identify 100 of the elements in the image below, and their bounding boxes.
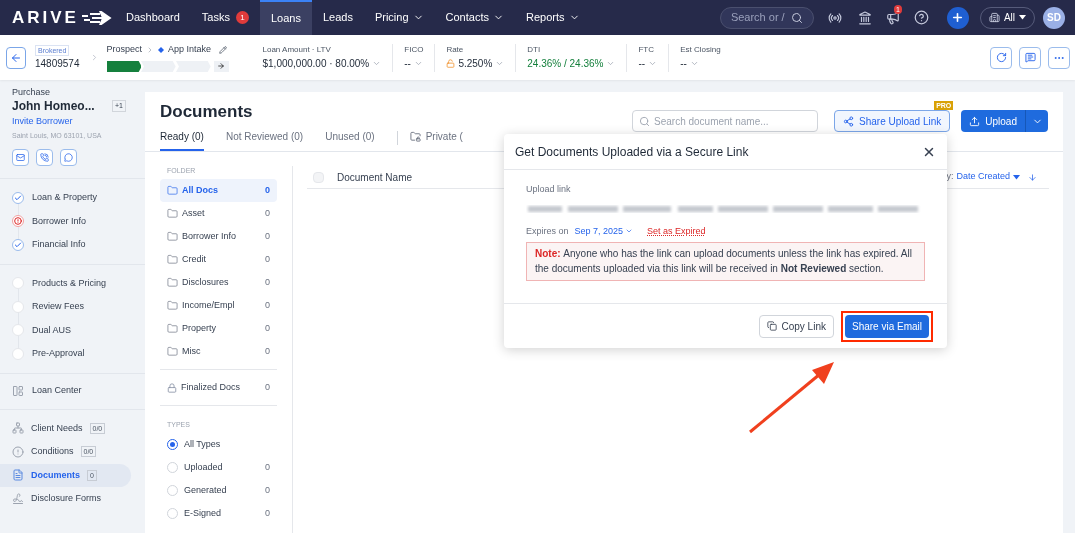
share-upload-link-button[interactable]: Share Upload Link [834,110,951,132]
field-value-dropdown[interactable]: -- [404,55,424,72]
arrow-left-icon [10,51,22,64]
field-value-dropdown[interactable]: 5.250% [446,55,505,72]
field-value-dropdown[interactable]: -- [638,55,658,72]
document-tab[interactable]: Not Reviewed (0) [225,129,304,151]
bank-icon[interactable] [857,10,872,25]
add-button[interactable] [946,6,969,29]
select-all-checkbox[interactable] [313,171,324,183]
diamond-icon [158,47,165,53]
field-label: Upload link [526,183,572,196]
search-icon [790,11,803,24]
step-label[interactable]: Review Fees [32,300,85,314]
folder-item[interactable]: Asset 0 [160,202,277,225]
private-tab[interactable]: Private ( [409,129,463,151]
edit-icon[interactable] [219,46,228,54]
next-stage-button[interactable] [213,60,229,72]
type-label[interactable]: Generated [184,483,259,498]
nav-tab[interactable]: Dashboard [115,0,191,35]
type-label[interactable]: All Types [184,437,270,452]
email-button[interactable] [12,149,29,166]
folder-lock-icon [409,131,421,142]
step-label[interactable]: Products & Pricing [32,276,107,290]
expiry-date-dropdown[interactable]: Sep 7, 2025 [574,224,634,238]
chevron-down-icon [606,59,616,68]
field-label: Rate [446,43,465,56]
mail-icon [16,153,25,162]
folder-icon [167,346,178,357]
stage-label: Prospect [106,43,143,57]
layout-icon [12,385,24,397]
refresh-icon [995,52,1007,63]
signature-icon [12,492,24,505]
step-label[interactable]: Financial Info [32,238,86,252]
back-button[interactable] [6,46,26,69]
search-icon [639,115,650,127]
field-value-dropdown[interactable]: 24.36% / 24.36% [527,55,616,72]
arrow-right-icon [217,62,225,71]
type-count: 0 [265,460,270,474]
field-value-dropdown[interactable]: -- [680,55,721,72]
field-label: Loan Amount · LTV [262,43,332,56]
refresh-button[interactable] [990,46,1012,69]
chat-button[interactable] [60,149,77,166]
folder-icon [167,323,178,334]
folder-item[interactable]: Misc 0 [160,340,277,363]
nav-tab[interactable]: Pricing [363,0,435,35]
folder-icon [167,300,178,311]
message-icon [1024,52,1036,63]
comment-button[interactable] [1019,46,1041,69]
type-label[interactable]: Uploaded [184,460,259,475]
sort-direction-icon[interactable] [1028,172,1037,182]
type-count: 0 [265,506,270,520]
nav-tab[interactable]: Loans [259,0,312,35]
step-label[interactable]: Loan & Property [32,191,98,205]
type-count: 0 [265,483,270,497]
nav-tab[interactable]: Reports [514,0,591,35]
sort-dropdown[interactable]: Date Created [956,170,1020,184]
chevron-down-icon [689,59,699,68]
copy-link-button[interactable]: Copy Link [758,314,834,338]
chevron-down-icon [495,59,505,68]
type-label[interactable]: E-Signed [184,506,259,521]
borrower-name: John Homeo... [12,98,95,114]
chevron-down-icon [372,59,382,68]
nav-tab[interactable]: Leads [311,0,364,35]
folder-item[interactable]: Income/Empl 0 [160,294,277,317]
loan-number: 14809574 [35,56,80,71]
nav-tab[interactable]: Contacts [434,0,515,35]
folder-item[interactable]: Property 0 [160,317,277,340]
document-tab[interactable]: Unused (0) [325,129,375,151]
step-label[interactable]: Borrower Info [32,214,87,228]
nav-tab[interactable]: Tasks 1 [190,0,260,35]
folder-item[interactable]: Credit 0 [160,248,277,271]
unlocked-icon [446,59,456,68]
set-as-expired-link[interactable]: Set as Expired [647,224,706,238]
more-button[interactable] [1048,46,1070,69]
copy-icon [766,321,777,331]
broadcast-icon[interactable] [827,10,842,25]
loan-center-item[interactable]: Loan Center [12,379,133,403]
folder-item[interactable]: All Docs 0 [160,179,277,202]
lock-icon [167,382,177,393]
folder-icon [167,231,178,242]
folder-item[interactable]: Finalized Docs 0 [160,376,277,399]
chevron-down-icon [413,59,423,68]
share-icon [843,115,854,127]
folder-icon [167,208,178,219]
call-button[interactable] [36,149,53,166]
sub-stage-label: App Intake [168,43,212,57]
step-label[interactable]: Pre-Approval [32,347,85,361]
note-text: Note: Anyone who has the link can upload documents unless the link has expired. All the documents uploaded via this link will be received in Not Reviewed section. [535,247,913,276]
sort-label: y: [946,170,954,184]
field-value-dropdown[interactable]: $1,000,000.00 · 80.00% [262,55,382,72]
share-via-email-button[interactable]: Share via Email [844,314,929,338]
step-label[interactable]: Dual AUS [32,323,72,337]
help-icon[interactable] [913,10,929,25]
folder-item[interactable]: Borrower Info 0 [160,225,277,248]
search-field[interactable]: Search or / [719,6,814,29]
folder-item[interactable]: Disclosures 0 [160,271,277,294]
invite-borrower-link[interactable]: Invite Borrower [12,114,133,129]
sidebar-item[interactable]: Disclosure Forms [0,487,131,511]
document-tab[interactable]: Ready (0) [160,129,204,151]
field-label: FICO [404,43,424,56]
